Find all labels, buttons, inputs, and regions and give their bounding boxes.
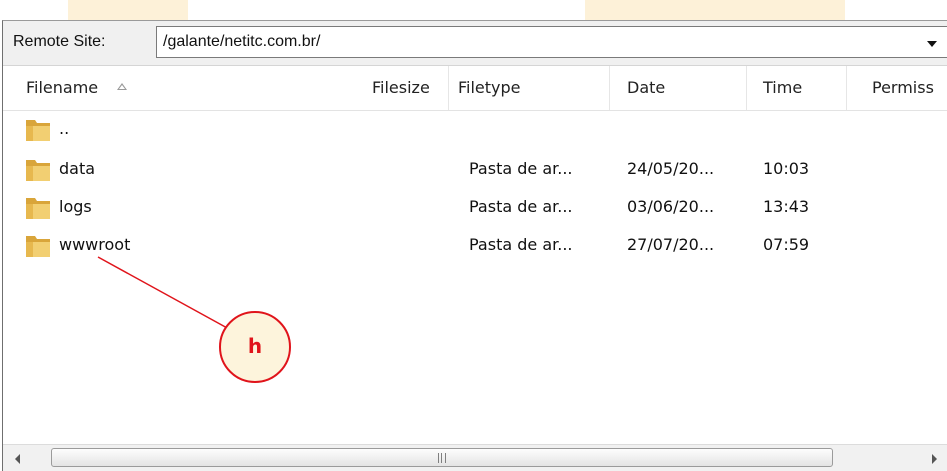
annotation-marker: h <box>219 311 291 383</box>
annotation-leader-line <box>97 256 230 330</box>
